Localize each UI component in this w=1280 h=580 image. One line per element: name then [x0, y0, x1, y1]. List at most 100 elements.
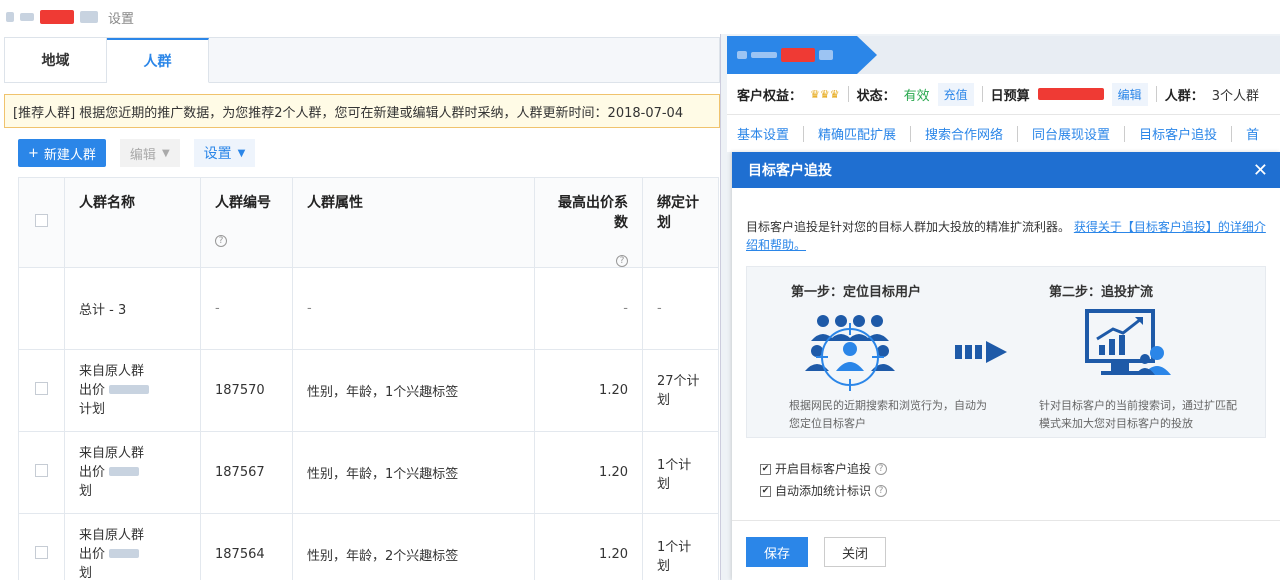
tab-region[interactable]: 地域: [5, 38, 107, 82]
table-row: 来自原人群 出价 计划 187570 性别，年龄，1个兴趣标签 1.20 27个计划: [18, 349, 719, 432]
col-header-coef[interactable]: 最高出价系数?: [534, 177, 643, 268]
row-checkbox[interactable]: [35, 546, 48, 559]
row-coef[interactable]: 1.20: [534, 513, 643, 580]
help-icon[interactable]: ?: [875, 463, 888, 475]
col-header-attr[interactable]: 人群属性: [292, 177, 535, 268]
checkbox-checked[interactable]: ✔: [760, 485, 771, 497]
status-value: 有效: [903, 88, 930, 104]
new-crowd-label: 新建人群: [43, 147, 96, 163]
dialog-header: 目标客户追投 ✕: [732, 152, 1280, 188]
crowd-table: 人群名称 人群编号? 人群属性 最高出价系数? 绑定计划 总计 - 3 - - …: [18, 177, 719, 580]
rights-icons: ♛♛♛: [810, 87, 840, 101]
edit-dropdown[interactable]: 编辑 ▼: [119, 139, 180, 167]
tab-bar: 地域 人群: [4, 37, 720, 83]
settings-dropdown[interactable]: 设置 ▼: [193, 139, 256, 167]
caret-down-icon: ▼: [161, 147, 170, 159]
blurred-text: [109, 385, 150, 394]
new-crowd-button[interactable]: + 新建人群: [18, 139, 106, 167]
crowd-count-value: 3个人群: [1211, 88, 1259, 104]
checkbox-checked[interactable]: ✔: [760, 463, 771, 475]
blurred-text: [6, 12, 14, 22]
separator: [847, 86, 849, 102]
close-button[interactable]: 关闭: [824, 537, 886, 567]
blurred-text: [751, 52, 777, 58]
row-select-cell: [18, 513, 65, 580]
table-row: 来自原人群 出价划 187567 性别，年龄，1个兴趣标签 1.20 1个计划: [18, 431, 719, 514]
row-select-cell: [18, 431, 65, 514]
col-header-id[interactable]: 人群编号?: [200, 177, 293, 268]
col-header-name[interactable]: 人群名称: [64, 177, 201, 268]
total-id: -: [200, 267, 293, 350]
row-checkbox[interactable]: [35, 382, 48, 395]
table-header-row: 人群名称 人群编号? 人群属性 最高出价系数? 绑定计划: [18, 177, 719, 268]
help-icon[interactable]: ?: [215, 235, 227, 247]
close-icon[interactable]: ✕: [1253, 160, 1268, 181]
row-attr: 性别，年龄，1个兴趣标签: [292, 431, 535, 514]
separator: [1124, 125, 1126, 142]
breadcrumb: 设置: [0, 0, 720, 34]
target-retarget-dialog: 目标客户追投 ✕ 目标客户追投是针对您的目标人群加大投放的精准扩流利器。 获得关…: [732, 152, 1280, 580]
dialog-title: 目标客户追投: [748, 163, 832, 179]
breadcrumb-current[interactable]: 设置: [108, 8, 134, 27]
help-icon[interactable]: ?: [616, 255, 628, 267]
row-id: 187567: [200, 431, 293, 514]
blurred-text: [737, 51, 747, 59]
separator: [1155, 86, 1157, 102]
col-header-plan[interactable]: 绑定计划: [642, 177, 719, 268]
toolbar: + 新建人群 编辑 ▼ 设置 ▼: [18, 138, 256, 168]
enable-retarget-option[interactable]: ✔ 开启目标客户追投 ?: [760, 458, 888, 480]
blurred-text: [20, 13, 34, 21]
row-checkbox[interactable]: [35, 464, 48, 477]
settings-subnav: 基本设置 精确匹配扩展 搜索合作网络 同台展现设置 目标客户追投 首: [727, 114, 1280, 152]
caret-down-icon: ▼: [237, 147, 246, 159]
subnav-more[interactable]: 首: [1246, 124, 1259, 143]
budget-label: 日预算: [990, 88, 1030, 104]
row-name[interactable]: 来自原人群 出价划: [64, 431, 201, 514]
total-plan: -: [642, 267, 719, 350]
dialog-footer: 保存 关闭: [732, 520, 1280, 580]
total-attr: -: [292, 267, 535, 350]
dialog-description: 目标客户追投是针对您的目标人群加大投放的精准扩流利器。 获得关于【目标客户追投】…: [746, 220, 1266, 252]
blurred-text: [109, 467, 140, 476]
recharge-button[interactable]: 充值: [937, 82, 974, 106]
row-id: 187564: [200, 513, 293, 580]
save-button[interactable]: 保存: [746, 537, 808, 567]
rights-label: 客户权益：: [737, 88, 803, 104]
account-info-bar: 客户权益： ♛♛♛ 状态： 有效 充值 日预算 编辑 人群： 3个人群: [727, 74, 1280, 114]
row-attr: 性别，年龄，2个兴趣标签: [292, 513, 535, 580]
subnav-target-retarget[interactable]: 目标客户追投: [1139, 124, 1217, 143]
blurred-text: [109, 549, 140, 558]
recommend-notice: [推荐人群] 根据您近期的推广数据，为您推荐2个人群，您可在新建或编辑人群时采纳…: [4, 94, 720, 128]
step2-text: 针对目标客户的当前搜索词，通过扩匹配模式来加大您对目标客户的投放: [1039, 399, 1237, 430]
select-all-cell: [18, 177, 65, 268]
separator: [1017, 125, 1019, 142]
auto-tracking-label: 自动添加统计标识: [775, 484, 872, 498]
dialog-options: ✔ 开启目标客户追投 ? ✔ 自动添加统计标识 ?: [760, 458, 888, 502]
analytics-monitor-icon: [1085, 309, 1171, 375]
subnav-basic[interactable]: 基本设置: [737, 124, 789, 143]
side-panel-header: [727, 36, 1280, 74]
select-all-checkbox[interactable]: [35, 214, 48, 227]
tab-crowd[interactable]: 人群: [107, 38, 209, 83]
page: 设置 地域 人群 [推荐人群] 根据您近期的推广数据，为您推荐2个人群，您可在新…: [0, 0, 1280, 580]
row-select-cell: [18, 349, 65, 432]
row-plan[interactable]: 27个计划: [642, 349, 719, 432]
row-name[interactable]: 来自原人群 出价 计划: [64, 349, 201, 432]
subnav-same-display[interactable]: 同台展现设置: [1032, 124, 1110, 143]
row-plan[interactable]: 1个计划: [642, 431, 719, 514]
row-coef[interactable]: 1.20: [534, 349, 643, 432]
budget-edit-button[interactable]: 编辑: [1111, 82, 1148, 106]
table-row: 来自原人群 出价划 187564 性别，年龄，2个兴趣标签 1.20 1个计划: [18, 513, 719, 580]
subnav-exact-match[interactable]: 精确匹配扩展: [818, 124, 896, 143]
row-plan[interactable]: 1个计划: [642, 513, 719, 580]
separator: [910, 125, 912, 142]
row-coef[interactable]: 1.20: [534, 431, 643, 514]
row-name[interactable]: 来自原人群 出价划: [64, 513, 201, 580]
step1-title: 第一步：定位目标用户: [791, 285, 922, 300]
subnav-search-network[interactable]: 搜索合作网络: [925, 124, 1003, 143]
help-icon[interactable]: ?: [875, 485, 888, 497]
auto-tracking-option[interactable]: ✔ 自动添加统计标识 ?: [760, 480, 888, 502]
row-attr: 性别，年龄，1个兴趣标签: [292, 349, 535, 432]
crowd-count-label: 人群：: [1164, 88, 1204, 104]
separator: [981, 86, 983, 102]
